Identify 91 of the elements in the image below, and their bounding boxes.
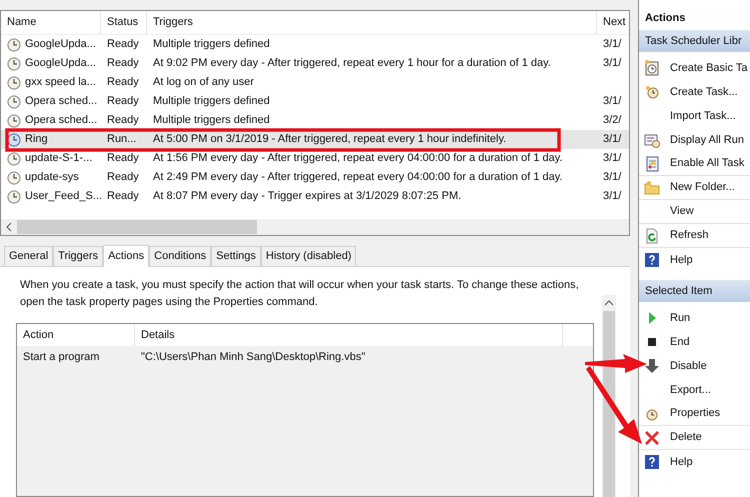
task-status: Ready: [106, 189, 140, 204]
down-arrow-icon: [644, 358, 660, 374]
task-status: Ready: [106, 170, 140, 186]
action-link[interactable]: Disable: [665, 358, 707, 374]
tab[interactable]: General: [4, 246, 54, 266]
task-next-run: 3/1/: [602, 151, 622, 166]
notebook-icon: [644, 156, 660, 172]
task-next-run: 3/1/: [602, 132, 622, 148]
action-link[interactable]: End: [665, 334, 690, 350]
task-status: Run...: [106, 132, 138, 148]
task-next-run: 3/2/: [602, 113, 622, 128]
action-link[interactable]: Delete: [665, 429, 702, 446]
calendar-clock-icon: [644, 60, 660, 76]
task-name: gxx speed la...: [25, 75, 96, 90]
task-next-run: 3/1/: [602, 170, 622, 186]
task-status: Ready: [106, 56, 140, 72]
clock-icon: [644, 84, 660, 100]
help-icon: [644, 454, 660, 470]
action-link[interactable]: Help: [665, 454, 693, 470]
action-link[interactable]: Create Basic Ta: [665, 60, 748, 76]
task-next-run: 3/1/: [602, 94, 622, 110]
column-header[interactable]: Name: [1, 11, 101, 34]
action-link[interactable]: Import Task...: [665, 108, 736, 124]
task-next-run: 3/1/: [602, 37, 622, 52]
list-clock-icon: [644, 132, 660, 148]
task-next-run: 3/1/: [602, 56, 622, 72]
clock-icon: [7, 56, 21, 70]
column-header[interactable]: Next: [597, 11, 629, 34]
task-name: Opera sched...: [25, 113, 98, 128]
task-triggers: At 2:49 PM every day - After triggered, repeat every 04:00:00 for a duration of 1 day.: [153, 171, 562, 184]
task-next-run: 3/1/: [602, 189, 622, 204]
task-status: Ready: [106, 94, 140, 110]
clock-icon: [7, 170, 21, 184]
help-icon: [644, 252, 660, 268]
description-text: When you create a task, you must specify the action that will occur when your task starts. To change these actions, open the task property pages using the Properties command.: [19, 278, 580, 310]
task-name: update-S-1-...: [25, 151, 92, 166]
action-link[interactable]: Run: [665, 310, 690, 326]
clock-icon: [7, 152, 21, 166]
task-triggers: Multiple triggers defined: [153, 38, 270, 50]
task-triggers: At 9:02 PM every day - After triggered, repeat every 1 hour for a duration of 1 day.: [153, 57, 551, 70]
action-link[interactable]: Display All Run: [665, 132, 744, 148]
clock-icon: [7, 114, 21, 128]
column-header[interactable]: Action: [17, 324, 135, 346]
task-name: GoogleUpda...: [25, 37, 96, 52]
action-link[interactable]: Properties: [665, 405, 720, 422]
column-header[interactable]: Triggers: [147, 11, 597, 34]
section-header[interactable]: Task Scheduler Libr: [639, 30, 750, 52]
folder-icon: [644, 180, 660, 196]
clock-icon: [7, 190, 21, 204]
task-name: User_Feed_S...: [25, 189, 102, 204]
task-triggers: Multiple triggers defined: [153, 114, 270, 126]
tab[interactable]: History (disabled): [260, 246, 356, 266]
section-header[interactable]: Selected Item: [639, 280, 750, 302]
task-triggers: At 5:00 PM on 3/1/2019 - After triggered, repeat every 1 hour indefinitely.: [153, 133, 506, 146]
action-cell-text: Start a program: [22, 350, 100, 365]
task-triggers: At 1:56 PM every day - After triggered, repeat every 04:00:00 for a duration of 1 day.: [153, 152, 562, 164]
action-link[interactable]: Help: [665, 252, 693, 268]
task-status: Ready: [106, 37, 140, 52]
action-link[interactable]: Refresh: [665, 227, 709, 244]
tab[interactable]: Actions: [103, 245, 150, 267]
refresh-icon: [644, 228, 660, 244]
task-triggers: Multiple triggers defined: [153, 95, 270, 108]
action-link[interactable]: New Folder...: [665, 179, 735, 196]
action-link[interactable]: View: [665, 203, 694, 220]
action-link[interactable]: Export...: [665, 382, 711, 398]
vertical-scrollbar[interactable]: [602, 295, 616, 497]
tab[interactable]: Triggers: [53, 246, 104, 266]
details-cell-text: "C:\Users\Phan Minh Sang\Desktop\Ring.vbs": [140, 350, 366, 365]
pane-title: Actions: [644, 10, 686, 26]
delete-icon: [643, 428, 661, 446]
task-triggers: At 8:07 PM every day - Trigger expires at 3/1/2029 8:07:25 PM.: [153, 190, 462, 202]
tab[interactable]: Settings: [211, 246, 261, 266]
task-row[interactable]: Ring Run... At 5:00 PM on 3/1/2019 - After triggered, repeat every 1 hour indefinitely. 3/1/: [1, 130, 629, 149]
task-name: Ring: [25, 132, 48, 148]
task-status: Ready: [106, 75, 140, 90]
column-header[interactable]: Details: [135, 324, 563, 346]
task-name: Opera sched...: [25, 94, 98, 110]
clock-icon: [7, 38, 21, 52]
task-name: update-sys: [25, 170, 79, 186]
action-link[interactable]: Enable All Task: [665, 155, 744, 172]
task-triggers: At log on of any user: [153, 76, 254, 88]
clock-icon: [7, 76, 21, 90]
task-name: GoogleUpda...: [25, 56, 96, 72]
horizontal-scrollbar[interactable]: [1, 219, 629, 235]
task-status: Ready: [106, 113, 140, 128]
tab[interactable]: Conditions: [149, 246, 212, 266]
column-header[interactable]: Status: [101, 11, 147, 34]
clock-icon: [7, 132, 21, 146]
action-link[interactable]: Create Task...: [665, 84, 738, 100]
task-status: Ready: [106, 151, 140, 166]
clock-icon: [7, 94, 21, 108]
